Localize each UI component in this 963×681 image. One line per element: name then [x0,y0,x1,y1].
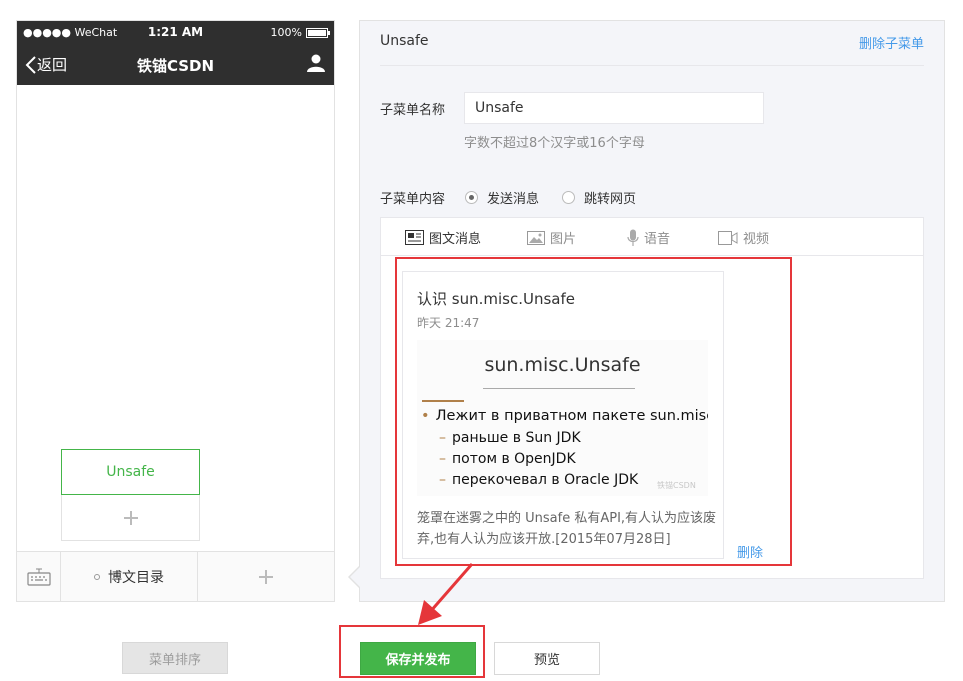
radio-checked-icon [465,191,478,204]
keyboard-toggle[interactable] [17,552,61,601]
account-name: 铁锚CSDN [136,57,215,75]
tab-video[interactable]: 视频 [718,228,769,247]
menu-sort-button[interactable]: 菜单排序 [122,642,228,674]
highlight-box-article [395,257,792,566]
submenu-name-hint: 字数不超过8个汉字或16个字母 [464,136,645,151]
radio-jump-label: 跳转网页 [584,192,637,207]
add-submenu-button[interactable] [61,495,200,541]
chat-navbar: 返回 铁锚CSDN [17,43,334,85]
message-type-tabs: 图文消息 图片 语音 视频 [381,218,923,256]
menu-item-blog-catalog[interactable]: 博文目录 [61,552,198,601]
tab-label: 语音 [644,232,671,247]
user-profile-icon[interactable] [306,53,326,73]
phone-preview: ●●●●● WeChat 1:21 AM 100% 返回 铁锚CSDN Unsa… [16,20,335,602]
tab-voice[interactable]: 语音 [627,228,670,247]
preview-button[interactable]: 预览 [494,642,600,675]
tab-label: 视频 [743,232,770,247]
battery-percent: 100% [270,26,302,39]
microphone-icon [627,229,639,246]
tab-image[interactable]: 图片 [527,228,576,247]
keyboard-icon [26,568,51,586]
submenu-content-label: 子菜单内容 [380,192,446,207]
radio-jump-webpage[interactable]: 跳转网页 [562,188,636,207]
battery-status: 100% [270,26,330,39]
radio-send-message[interactable]: 发送消息 [465,188,539,207]
plus-icon [259,569,273,584]
tab-label: 图片 [550,232,577,247]
battery-icon [306,27,330,38]
image-icon [527,230,545,245]
submenu-item-unsafe[interactable]: Unsafe [61,449,200,495]
editor-title: Unsafe [380,33,429,49]
news-article-icon [405,230,424,245]
menu-bar: 博文目录 [17,551,334,601]
radio-send-label: 发送消息 [487,192,540,207]
panel-pointer-fill [350,567,360,587]
plus-icon [123,510,138,525]
video-camera-icon [718,230,738,245]
delete-submenu-link[interactable]: 删除子菜单 [859,33,924,52]
submenu-name-input[interactable] [464,92,764,124]
radio-unchecked-icon [562,191,575,204]
submenu-name-label: 子菜单名称 [380,103,446,118]
annotation-arrow-icon [418,563,474,625]
status-bar: ●●●●● WeChat 1:21 AM 100% [17,21,334,43]
tab-label: 图文消息 [429,232,482,247]
tab-news-article[interactable]: 图文消息 [405,228,481,247]
divider [380,65,924,66]
submenu-indicator-icon [94,573,100,580]
menu-item-label: 博文目录 [108,569,164,586]
save-and-publish-button[interactable]: 保存并发布 [360,642,476,675]
add-menu-button[interactable] [198,552,334,601]
